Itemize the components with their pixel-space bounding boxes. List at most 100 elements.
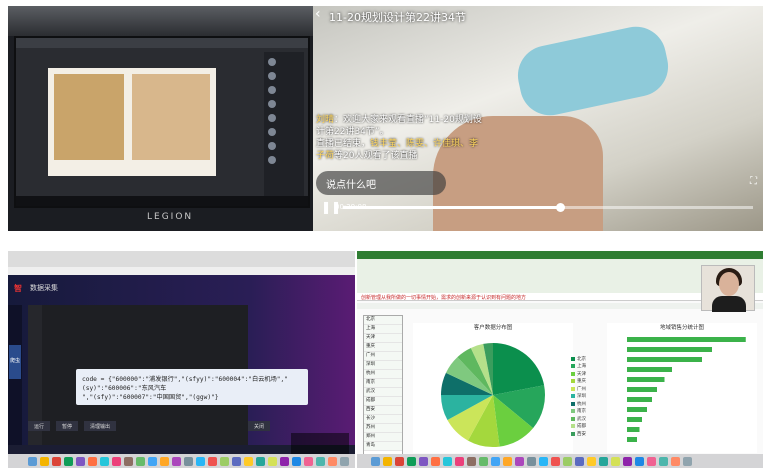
dock-app-icon[interactable]	[232, 457, 241, 466]
dock-app-icon[interactable]	[623, 457, 632, 466]
dock-app-icon[interactable]	[28, 457, 37, 466]
dock-app-icon[interactable]	[208, 457, 217, 466]
clear-output-button[interactable]: 清理输出	[84, 421, 117, 431]
dock-app-icon[interactable]	[647, 457, 656, 466]
filter-row[interactable]: 北京	[364, 316, 402, 325]
dock-app-icon[interactable]	[136, 457, 145, 466]
dock-app-icon[interactable]	[479, 457, 488, 466]
filter-row[interactable]: 苏州	[364, 424, 402, 433]
dock-app-icon[interactable]	[40, 457, 49, 466]
nav-item-crawler[interactable]: 爬虫	[9, 345, 21, 379]
filter-row[interactable]: 武汉	[364, 388, 402, 397]
dock-app-icon[interactable]	[52, 457, 61, 466]
legend-swatch	[571, 364, 575, 369]
filter-row[interactable]: 上海	[364, 325, 402, 334]
dock-app-icon[interactable]	[280, 457, 289, 466]
back-arrow-icon[interactable]: ‹	[315, 6, 321, 22]
dock-app-icon[interactable]	[683, 457, 692, 466]
dock-app-icon[interactable]	[88, 457, 97, 466]
dock-app-icon[interactable]	[539, 457, 548, 466]
bar	[627, 387, 657, 392]
filter-row[interactable]: 天津	[364, 334, 402, 343]
dock-app-icon[interactable]	[491, 457, 500, 466]
dock-app-icon[interactable]	[671, 457, 680, 466]
dock-app-icon[interactable]	[443, 457, 452, 466]
dock-app-icon[interactable]	[220, 457, 229, 466]
dock-app-icon[interactable]	[100, 457, 109, 466]
bar	[627, 407, 647, 412]
pie-legend: 北京 上海 天津 重庆 广州 深圳 杭州 南京 武汉 成都 西安	[571, 355, 586, 438]
dock-app-icon[interactable]	[407, 457, 416, 466]
dock-app-icon[interactable]	[503, 457, 512, 466]
legend-label: 西安	[577, 431, 586, 437]
filter-row[interactable]: 深圳	[364, 361, 402, 370]
bar	[627, 337, 746, 342]
dock-app-icon[interactable]	[160, 457, 169, 466]
dock-app-icon[interactable]	[292, 457, 301, 466]
filter-row[interactable]: 青岛	[364, 442, 402, 451]
filter-list[interactable]: 北京 上海 天津 重庆 广州 深圳 杭州 南京 武汉 成都 西安 长沙 苏州 郑州 青岛	[363, 315, 403, 455]
dock-app-icon[interactable]	[148, 457, 157, 466]
dock-app-icon[interactable]	[419, 457, 428, 466]
progress-bar[interactable]	[343, 203, 753, 212]
filter-row[interactable]: 杭州	[364, 370, 402, 379]
dock-app-icon[interactable]	[575, 457, 584, 466]
fullscreen-icon[interactable]: ⛶	[750, 176, 757, 187]
dock-app-icon[interactable]	[340, 457, 349, 466]
legend-item: 武汉	[571, 415, 586, 423]
dock-app-icon[interactable]	[256, 457, 265, 466]
legend-item: 南京	[571, 408, 586, 416]
dock-app-icon[interactable]	[268, 457, 277, 466]
dock-app-icon[interactable]	[196, 457, 205, 466]
webcam-overlay	[701, 265, 755, 312]
filter-row[interactable]: 西安	[364, 406, 402, 415]
legend-swatch	[571, 416, 575, 421]
dock-app-icon[interactable]	[635, 457, 644, 466]
dock-app-icon[interactable]	[431, 457, 440, 466]
dock-app-icon[interactable]	[395, 457, 404, 466]
bar	[627, 437, 637, 442]
mac-dock	[8, 454, 355, 468]
dock-app-icon[interactable]	[467, 457, 476, 466]
dock-app-icon[interactable]	[383, 457, 392, 466]
filter-row[interactable]: 成都	[364, 397, 402, 406]
legend-swatch	[571, 409, 575, 414]
person-body	[712, 296, 746, 312]
dock-app-icon[interactable]	[563, 457, 572, 466]
filter-row[interactable]: 广州	[364, 352, 402, 361]
dock-app-icon[interactable]	[371, 457, 380, 466]
browser-tabs	[8, 251, 355, 267]
dock-app-icon[interactable]	[172, 457, 181, 466]
dock-app-icon[interactable]	[244, 457, 253, 466]
dock-app-icon[interactable]	[316, 457, 325, 466]
filter-row[interactable]: 南京	[364, 379, 402, 388]
close-button[interactable]: 关闭	[248, 421, 271, 431]
dock-app-icon[interactable]	[304, 457, 313, 466]
dock-app-icon[interactable]	[112, 457, 121, 466]
dock-app-icon[interactable]	[527, 457, 536, 466]
dock-app-icon[interactable]	[551, 457, 560, 466]
dock-app-icon[interactable]	[184, 457, 193, 466]
dock-app-icon[interactable]	[587, 457, 596, 466]
dock-app-icon[interactable]	[124, 457, 133, 466]
dock-app-icon[interactable]	[455, 457, 464, 466]
filter-row[interactable]: 郑州	[364, 433, 402, 442]
dock-app-icon[interactable]	[515, 457, 524, 466]
filter-row[interactable]: 重庆	[364, 343, 402, 352]
dock-app-icon[interactable]	[611, 457, 620, 466]
run-button[interactable]: 运行	[28, 421, 51, 431]
comment-input[interactable]: 说点什么吧	[316, 171, 446, 195]
filter-row[interactable]: 长沙	[364, 415, 402, 424]
address-bar[interactable]	[8, 267, 355, 275]
dock-app-icon[interactable]	[659, 457, 668, 466]
dock-app-icon[interactable]	[328, 457, 337, 466]
window-titlebar	[16, 38, 308, 48]
pause-button[interactable]: 暂停	[56, 421, 79, 431]
chat-message: 刘晴：欢迎大家来观看直播“11-20规划设计第22讲34节”。 直播已结束，钱丰…	[316, 115, 482, 161]
dock-app-icon[interactable]	[599, 457, 608, 466]
legend-item: 成都	[571, 423, 586, 431]
legend-label: 南京	[577, 409, 586, 415]
dock-app-icon[interactable]	[76, 457, 85, 466]
dock-app-icon[interactable]	[64, 457, 73, 466]
bar	[627, 377, 665, 382]
